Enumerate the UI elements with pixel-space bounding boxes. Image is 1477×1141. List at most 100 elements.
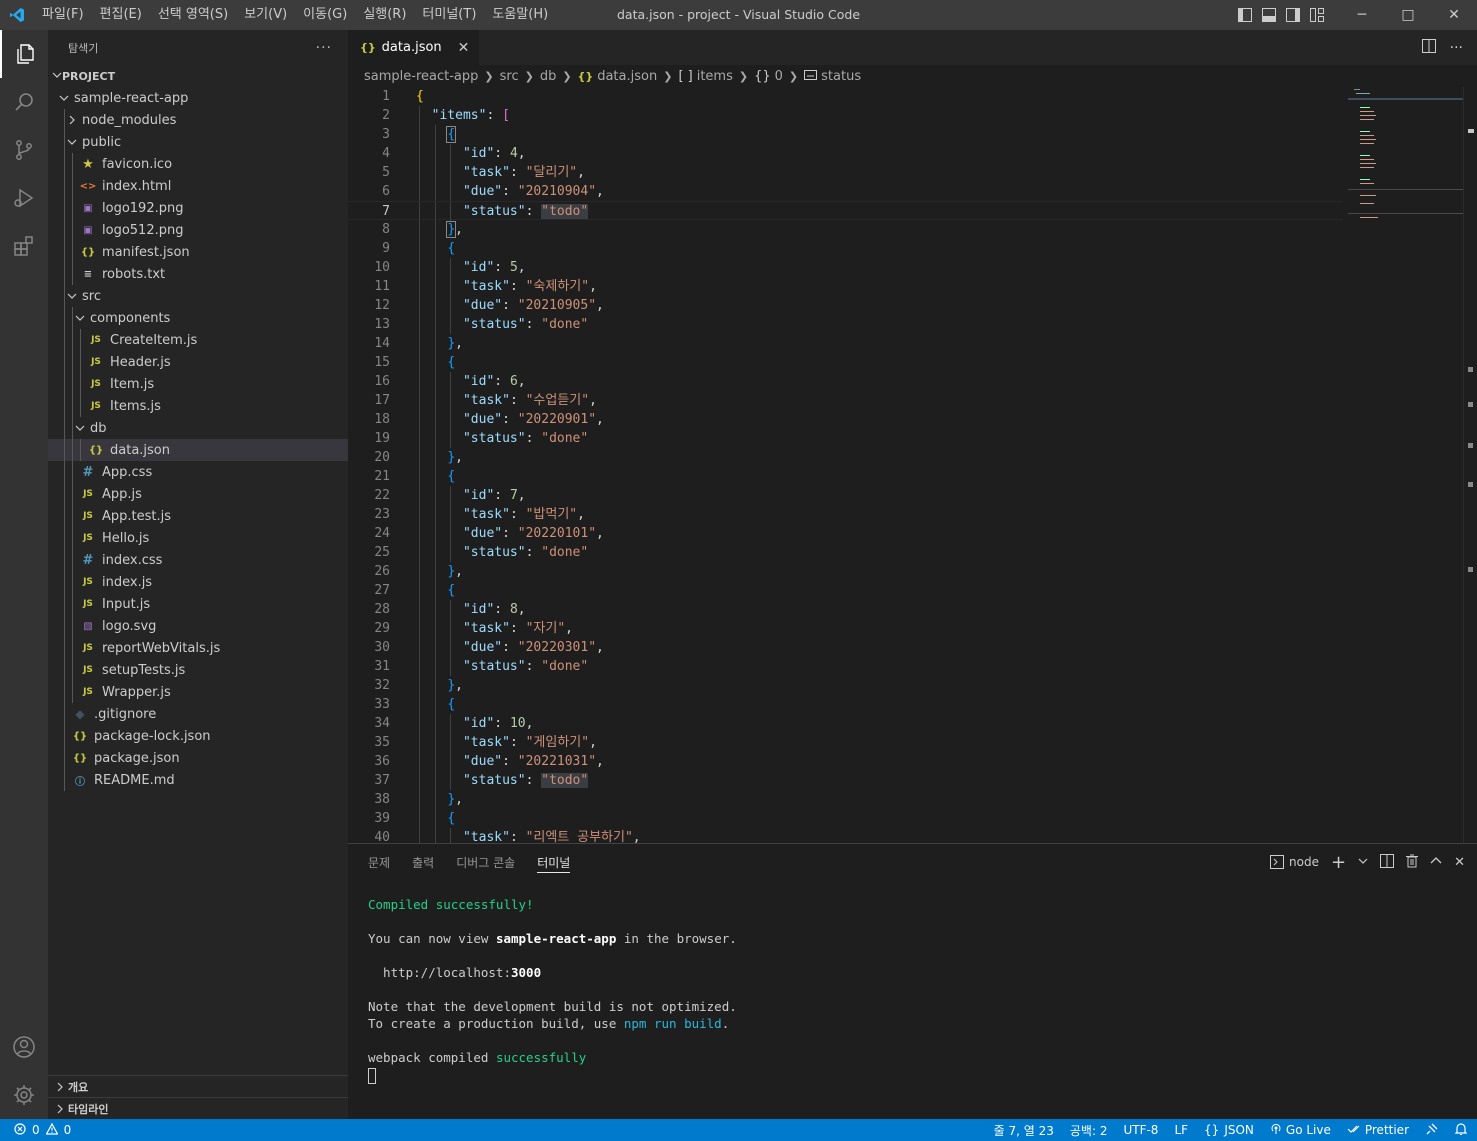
menu-go[interactable]: 이동(G) — [295, 0, 355, 30]
extensions-icon[interactable] — [0, 222, 48, 270]
close-window-icon[interactable]: ✕ — [1431, 0, 1477, 30]
tab-output[interactable]: 출력 — [412, 844, 434, 880]
tree-file[interactable]: ★ favicon.ico — [48, 153, 348, 175]
code-text: }, — [447, 450, 463, 465]
more-actions-icon[interactable]: ··· — [1450, 40, 1463, 56]
trash-icon[interactable] — [1406, 854, 1419, 871]
more-actions-icon[interactable]: ··· — [316, 40, 332, 56]
menu-edit[interactable]: 편집(E) — [92, 0, 150, 30]
indent-guide — [64, 703, 65, 725]
vertical-scrollbar[interactable] — [1463, 87, 1477, 843]
tree-file[interactable]: JS App.test.js — [48, 505, 348, 527]
outline-section[interactable]: 개요 — [48, 1075, 348, 1097]
tree-file[interactable]: ▧ logo.svg — [48, 615, 348, 637]
minimap[interactable] — [1348, 87, 1464, 843]
tree-file[interactable]: JS setupTests.js — [48, 659, 348, 681]
menu-help[interactable]: 도움말(H) — [484, 0, 556, 30]
tree-file[interactable]: {} manifest.json — [48, 241, 348, 263]
tree-file[interactable]: JS Hello.js — [48, 527, 348, 549]
customize-layout-icon[interactable] — [1309, 7, 1325, 23]
end-of-line[interactable]: LF — [1174, 1123, 1188, 1137]
menu-selection[interactable]: 선택 영역(S) — [150, 0, 236, 30]
breadcrumb-item[interactable]: db — [540, 69, 557, 84]
tree-folder[interactable]: public — [48, 131, 348, 153]
tree-file[interactable]: JS Header.js — [48, 351, 348, 373]
maximize-panel-icon[interactable] — [1430, 855, 1442, 869]
problems-status[interactable]: 0 0 — [0, 1122, 71, 1138]
tree-file[interactable]: ▣ logo512.png — [48, 219, 348, 241]
minimize-icon[interactable]: ─ — [1339, 0, 1385, 30]
tab-terminal[interactable]: 터미널 — [537, 844, 571, 880]
account-icon[interactable] — [0, 1023, 48, 1071]
tree-file[interactable]: JS Input.js — [48, 593, 348, 615]
tree-file[interactable]: <> index.html — [48, 175, 348, 197]
split-terminal-icon[interactable] — [1380, 853, 1395, 871]
tab-problems[interactable]: 문제 — [368, 844, 390, 880]
terminal-selector[interactable]: node — [1270, 855, 1319, 869]
tree-file[interactable]: JS reportWebVitals.js — [48, 637, 348, 659]
breadcrumb-item[interactable]: status — [821, 69, 861, 84]
tree-file[interactable]: JS CreateItem.js — [48, 329, 348, 351]
tree-folder[interactable]: src — [48, 285, 348, 307]
tree-file[interactable]: ≡ robots.txt — [48, 263, 348, 285]
encoding[interactable]: UTF-8 — [1123, 1123, 1158, 1137]
tab-debug-console[interactable]: 디버그 콘솔 — [456, 844, 515, 880]
go-live-button[interactable]: Go Live — [1270, 1123, 1331, 1138]
feedback-icon[interactable] — [1425, 1122, 1439, 1139]
error-count: 0 — [32, 1123, 40, 1137]
tree-file[interactable]: ⓘ README.md — [48, 769, 348, 791]
close-tab-icon[interactable]: ✕ — [458, 40, 470, 56]
chevron-down-icon[interactable] — [1358, 855, 1368, 869]
tree-file[interactable]: # App.css — [48, 461, 348, 483]
prettier-button[interactable]: Prettier — [1347, 1123, 1409, 1137]
tree-folder[interactable]: components — [48, 307, 348, 329]
menu-file[interactable]: 파일(F) — [34, 0, 92, 30]
menu-view[interactable]: 보기(V) — [236, 0, 295, 30]
breadcrumb-item[interactable]: sample-react-app — [364, 69, 478, 84]
tree-file[interactable]: JS App.js — [48, 483, 348, 505]
tree-folder[interactable]: sample-react-app — [48, 87, 348, 109]
source-control-icon[interactable] — [0, 126, 48, 174]
tree-file[interactable]: JS Wrapper.js — [48, 681, 348, 703]
breadcrumb-item[interactable]: items — [697, 69, 733, 84]
breadcrumb-item[interactable]: 0 — [775, 69, 783, 84]
toggle-secondary-sidebar-icon[interactable] — [1285, 7, 1301, 23]
maximize-icon[interactable]: □ — [1385, 0, 1431, 30]
toggle-panel-icon[interactable] — [1261, 7, 1277, 23]
settings-gear-icon[interactable] — [0, 1071, 48, 1119]
tree-folder[interactable]: db — [48, 417, 348, 439]
split-editor-icon[interactable] — [1421, 38, 1436, 57]
tree-file[interactable]: ◆ .gitignore — [48, 703, 348, 725]
indentation[interactable]: 공백: 2 — [1070, 1122, 1108, 1139]
close-panel-icon[interactable]: ✕ — [1454, 855, 1465, 870]
cursor-position[interactable]: 줄 7, 열 23 — [994, 1122, 1054, 1139]
run-debug-icon[interactable] — [0, 174, 48, 222]
tree-file[interactable]: JS index.js — [48, 571, 348, 593]
tree-folder[interactable]: node_modules — [48, 109, 348, 131]
tab-data-json[interactable]: {} data.json ✕ — [348, 30, 480, 65]
code-editor[interactable]: 1{2 "items": [3 {4 "id": 4, 5 "task": "달리… — [348, 87, 1348, 843]
tree-file[interactable]: # index.css — [48, 549, 348, 571]
menu-terminal[interactable]: 터미널(T) — [414, 0, 484, 30]
menu-run[interactable]: 실행(R) — [355, 0, 414, 30]
breadcrumb-item[interactable]: src — [500, 69, 519, 84]
terminal-output[interactable]: Compiled successfully! You can now view … — [368, 896, 737, 1084]
notifications-bell-icon[interactable] — [1454, 1122, 1468, 1139]
breadcrumb-item[interactable]: data.json — [597, 69, 657, 84]
project-section-title: PROJECT — [62, 69, 116, 83]
new-terminal-icon[interactable]: + — [1331, 852, 1346, 873]
search-icon[interactable] — [0, 78, 48, 126]
toggle-primary-sidebar-icon[interactable] — [1237, 7, 1253, 23]
tree-file[interactable]: JS Item.js — [48, 373, 348, 395]
explorer-icon[interactable] — [0, 30, 48, 78]
timeline-section[interactable]: 타임라인 — [48, 1097, 348, 1119]
tree-file[interactable]: JS Items.js — [48, 395, 348, 417]
code-text: "items": [ — [431, 108, 510, 123]
project-section-header[interactable]: PROJECT — [48, 65, 348, 87]
tree-file[interactable]: {} package.json — [48, 747, 348, 769]
tree-file[interactable]: {} package-lock.json — [48, 725, 348, 747]
language-mode[interactable]: {} JSON — [1204, 1123, 1254, 1137]
tree-file[interactable]: ▣ logo192.png — [48, 197, 348, 219]
code-line: 29 "task": "자기", — [348, 619, 1343, 638]
tree-file[interactable]: {} data.json — [48, 439, 348, 461]
